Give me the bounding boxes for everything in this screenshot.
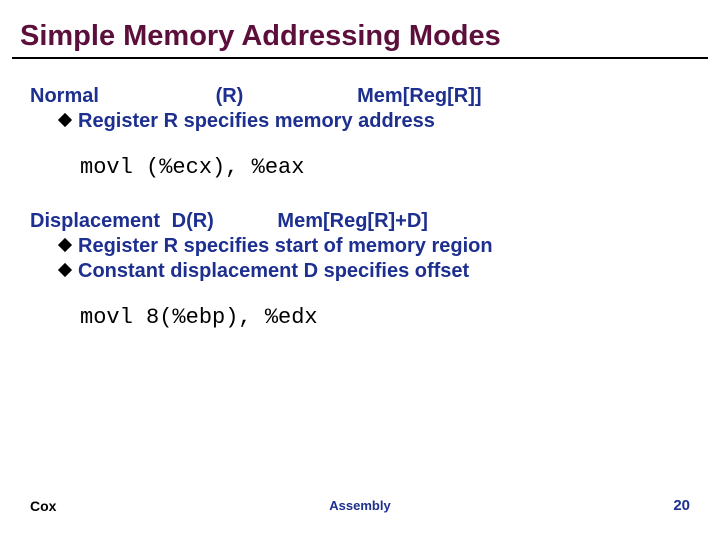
footer-topic: Assembly (329, 498, 390, 513)
bullet-text: Constant displacement D specifies offset (78, 260, 469, 282)
mode-displacement-bullet-1: Register R specifies start of memory reg… (30, 235, 690, 258)
slide-footer: Cox Assembly 20 (0, 497, 720, 514)
mode-displacement-header: Displacement D(R) Mem[Reg[R]+D] (30, 210, 690, 233)
footer-page-number: 20 (673, 497, 690, 514)
mode-name: Normal (30, 85, 210, 108)
footer-author: Cox (30, 498, 56, 514)
mode-meaning: Mem[Reg[R]] (357, 85, 481, 108)
diamond-bullet-icon (58, 113, 72, 127)
slide-content: Normal (R) Mem[Reg[R]] Register R specif… (0, 59, 720, 330)
mode-displacement-code: movl 8(%ebp), %edx (30, 305, 690, 330)
bullet-text: Register R specifies memory address (78, 110, 435, 132)
slide-title: Simple Memory Addressing Modes (0, 0, 720, 57)
diamond-bullet-icon (58, 238, 72, 252)
bullet-text: Register R specifies start of memory reg… (78, 235, 493, 257)
mode-syntax: D(R) (172, 210, 214, 232)
mode-normal-header: Normal (R) Mem[Reg[R]] (30, 85, 690, 108)
mode-name: Displacement (30, 210, 160, 232)
mode-normal-code: movl (%ecx), %eax (30, 155, 690, 180)
mode-normal-bullet-1: Register R specifies memory address (30, 110, 690, 133)
mode-meaning: Mem[Reg[R]+D] (277, 210, 428, 232)
mode-syntax: (R) (216, 85, 352, 108)
mode-displacement-bullet-2: Constant displacement D specifies offset (30, 260, 690, 283)
diamond-bullet-icon (58, 263, 72, 277)
